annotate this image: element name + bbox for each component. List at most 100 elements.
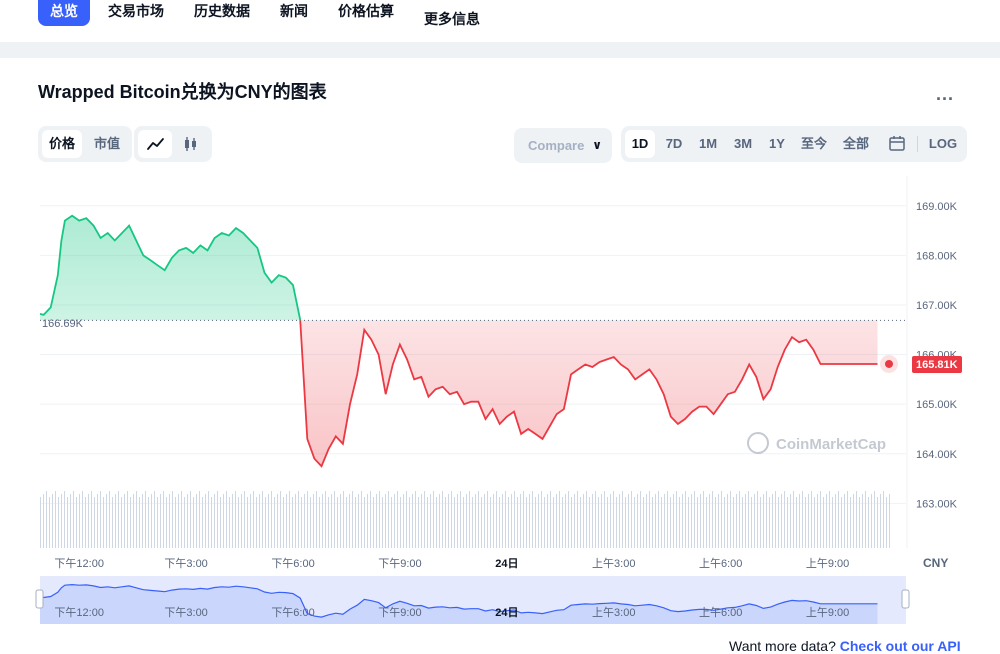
volume-bar xyxy=(385,494,386,548)
volume-bar xyxy=(877,497,878,548)
volume-bar xyxy=(163,491,164,548)
volume-bar xyxy=(778,497,779,548)
volume-bar xyxy=(52,494,53,548)
volume-bar xyxy=(607,497,608,548)
navigator-tick-label: 下午12:00 xyxy=(54,606,104,619)
volume-bar xyxy=(265,497,266,548)
volume-bar xyxy=(667,491,668,548)
volume-bar xyxy=(289,491,290,548)
volume-bar xyxy=(181,491,182,548)
volume-bar xyxy=(739,491,740,548)
volume-bar xyxy=(67,497,68,548)
volume-bar xyxy=(454,497,455,548)
volume-bar xyxy=(253,491,254,548)
volume-bar xyxy=(499,497,500,548)
volume-bar xyxy=(277,494,278,548)
volume-bar xyxy=(241,494,242,548)
volume-bar xyxy=(262,491,263,548)
volume-bar xyxy=(631,491,632,548)
volume-bar xyxy=(652,497,653,548)
volume-bar xyxy=(46,491,47,548)
x-tick-label: 上午3:00 xyxy=(592,557,635,570)
volume-bar xyxy=(811,491,812,548)
x-tick-label: 24日 xyxy=(495,557,518,570)
volume-bar xyxy=(121,497,122,548)
navigator-tick-label: 下午3:00 xyxy=(164,606,207,619)
y-tick-label: 165.00K xyxy=(916,399,958,411)
volume-bar xyxy=(757,491,758,548)
volume-bar xyxy=(427,497,428,548)
volume-bar xyxy=(190,491,191,548)
volume-bar xyxy=(169,494,170,548)
volume-bar xyxy=(577,491,578,548)
volume-bar xyxy=(769,497,770,548)
volume-bar xyxy=(220,497,221,548)
volume-bar xyxy=(787,497,788,548)
volume-bar xyxy=(400,497,401,548)
volume-bar xyxy=(310,497,311,548)
navigator-tick-label: 下午9:00 xyxy=(378,606,421,619)
navigator-left-handle[interactable] xyxy=(35,589,44,609)
volume-bar xyxy=(397,491,398,548)
volume-bar xyxy=(487,491,488,548)
volume-bar xyxy=(571,497,572,548)
volume-bar xyxy=(538,494,539,548)
volume-bar xyxy=(535,497,536,548)
y-tick-label: 169.00K xyxy=(916,201,958,213)
volume-bar xyxy=(865,491,866,548)
volume-bar xyxy=(466,494,467,548)
volume-bar xyxy=(199,491,200,548)
volume-bar xyxy=(526,497,527,548)
volume-bar xyxy=(490,497,491,548)
volume-bar xyxy=(112,497,113,548)
volume-bar xyxy=(775,491,776,548)
volume-bar xyxy=(412,494,413,548)
volume-bar xyxy=(748,491,749,548)
volume-bar xyxy=(682,494,683,548)
volume-bar xyxy=(826,494,827,548)
x-tick-label: 下午12:00 xyxy=(54,557,104,570)
volume-bar xyxy=(628,494,629,548)
volume-bar xyxy=(874,491,875,548)
volume-bar xyxy=(574,494,575,548)
volume-bar xyxy=(745,494,746,548)
volume-bar xyxy=(232,494,233,548)
volume-bar xyxy=(361,491,362,548)
volume-bar xyxy=(685,491,686,548)
volume-bar xyxy=(298,491,299,548)
volume-bar xyxy=(100,491,101,548)
volume-bars xyxy=(40,491,890,548)
volume-bar xyxy=(172,491,173,548)
volume-bar xyxy=(58,497,59,548)
volume-bar xyxy=(694,491,695,548)
volume-bar xyxy=(349,494,350,548)
volume-bar xyxy=(364,497,365,548)
volume-bar xyxy=(124,494,125,548)
volume-bar xyxy=(406,491,407,548)
volume-bar xyxy=(70,494,71,548)
volume-bar xyxy=(313,494,314,548)
volume-bar xyxy=(646,494,647,548)
api-link[interactable]: Check out our API xyxy=(840,638,961,654)
volume-bar xyxy=(592,494,593,548)
volume-bar xyxy=(715,497,716,548)
volume-bar xyxy=(781,494,782,548)
volume-bar xyxy=(166,497,167,548)
navigator-tick-label: 上午6:00 xyxy=(699,606,742,619)
volume-bar xyxy=(403,494,404,548)
volume-bar xyxy=(532,491,533,548)
y-axis-ticks: 169.00K168.00K167.00K166.00K165.00K164.0… xyxy=(916,201,958,511)
volume-bar xyxy=(706,497,707,548)
volume-bar xyxy=(415,491,416,548)
y-tick-label: 167.00K xyxy=(916,300,958,312)
volume-bar xyxy=(520,494,521,548)
volume-bar xyxy=(640,491,641,548)
navigator-right-handle[interactable] xyxy=(901,589,910,609)
volume-bar xyxy=(118,491,119,548)
volume-bar xyxy=(565,494,566,548)
price-chart[interactable]: 166.69K 169.00K168.00K167.00K166.00K165.… xyxy=(0,0,1000,650)
volume-bar xyxy=(109,491,110,548)
volume-bar xyxy=(286,494,287,548)
x-tick-label: 上午9:00 xyxy=(806,557,849,570)
volume-bar xyxy=(856,491,857,548)
